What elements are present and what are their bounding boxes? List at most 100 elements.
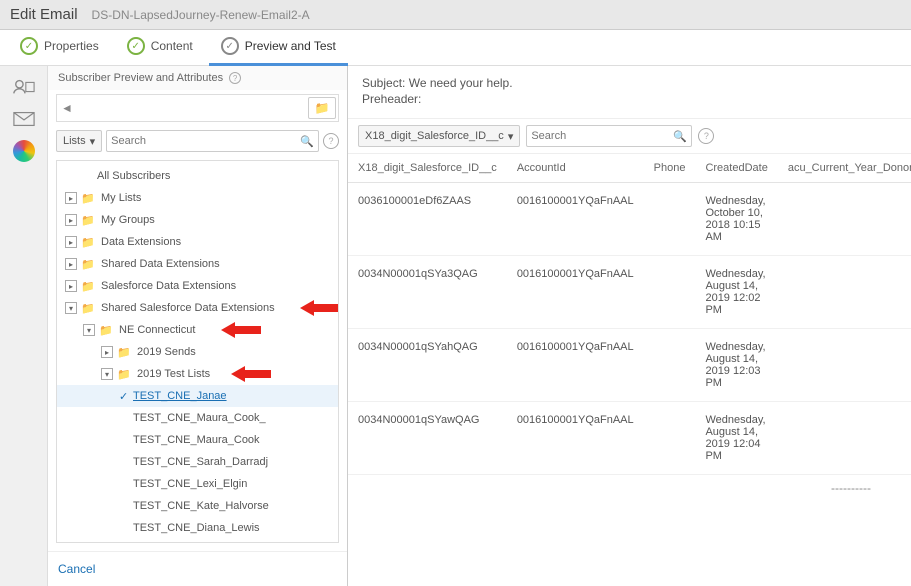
cell (644, 329, 696, 402)
page-title: Edit Email (10, 6, 78, 23)
folder-button[interactable]: 📁 (308, 97, 336, 119)
tab-preview-and-test[interactable]: ✓ Preview and Test (209, 30, 348, 66)
arrow-annotation (221, 320, 261, 340)
folder-icon: 📁 (81, 236, 97, 249)
tab-properties[interactable]: ✓ Properties (8, 30, 111, 66)
expand-icon[interactable]: ▸ (65, 280, 77, 292)
col-header[interactable]: X18_digit_Salesforce_ID__c (348, 154, 507, 183)
folder-icon: 📁 (81, 302, 97, 315)
search-input[interactable] (531, 130, 673, 142)
subscriber-panel: Subscriber Preview and Attributes ? ◄ 📁 … (48, 66, 348, 586)
subject-label: Subject: (362, 76, 405, 90)
table-search[interactable]: 🔍 (526, 125, 692, 147)
col-header[interactable]: acu_Current_Year_Donor_Amount__c (778, 154, 911, 183)
cell: 0034N00001qSYawQAG (348, 402, 507, 475)
table-row[interactable]: 0034N00001qSYahQAG0016100001YQaFnAALWedn… (348, 329, 911, 402)
cell: 0016100001YQaFnAAL (507, 329, 644, 402)
expand-icon[interactable]: ▸ (65, 258, 77, 270)
caret-down-icon: ▾ (508, 130, 514, 143)
table-row[interactable]: 0036100001eDf6ZAAS0016100001YQaFnAALWedn… (348, 183, 911, 256)
check-icon: ✓ (127, 37, 145, 55)
tree-scroll[interactable]: All Subscribers ▸📁My Lists ▸📁My Groups ▸… (56, 160, 339, 543)
folder-icon: 📁 (117, 368, 133, 381)
expand-icon[interactable]: ▸ (65, 214, 77, 226)
envelope-icon[interactable] (11, 108, 37, 130)
tree-test-cne-janae[interactable]: ✓TEST_CNE_Janae (57, 385, 338, 407)
cell: 0016100001YQaFnAAL (507, 402, 644, 475)
help-icon[interactable]: ? (229, 72, 241, 84)
left-rail (0, 66, 48, 586)
collapse-icon[interactable]: ▾ (65, 302, 77, 314)
col-header[interactable]: AccountId (507, 154, 644, 183)
check-icon: ✓ (119, 390, 133, 403)
col-header[interactable]: Phone (644, 154, 696, 183)
tree-ne-connecticut[interactable]: ▾📁NE Connecticut (57, 319, 338, 341)
help-icon[interactable]: ? (323, 133, 339, 149)
field-dropdown[interactable]: X18_digit_Salesforce_ID__c▾ (358, 125, 520, 147)
table-row[interactable]: 0034N00001qSYa3QAG0016100001YQaFnAAL Wedn… (348, 256, 911, 329)
tab-content[interactable]: ✓ Content (115, 30, 205, 66)
cell (778, 183, 911, 256)
folder-icon: 📁 (81, 214, 97, 227)
tree-test-cne-sarah[interactable]: TEST_CNE_Sarah_Darradj (57, 451, 338, 473)
tree-salesforce-data-extensions[interactable]: ▸📁Salesforce Data Extensions (57, 275, 338, 297)
tree-2019-test-lists[interactable]: ▾📁2019 Test Lists (57, 363, 338, 385)
expand-icon[interactable]: ▸ (65, 236, 77, 248)
folder-icon: 📁 (81, 192, 97, 205)
subscriber-icon[interactable] (11, 76, 37, 98)
collapse-icon[interactable]: ▾ (101, 368, 113, 380)
folder-tree: All Subscribers ▸📁My Lists ▸📁My Groups ▸… (57, 161, 338, 543)
breadcrumb-bar: ◄ 📁 (56, 94, 339, 122)
tab-label: Preview and Test (245, 39, 336, 53)
color-wheel-icon[interactable] (11, 140, 37, 162)
subject-value: We need your help. (409, 76, 513, 90)
tree-test-cne-maura-1[interactable]: TEST_CNE_Maura_Cook_ (57, 407, 338, 429)
folder-icon: 📁 (81, 258, 97, 271)
cell: 0016100001YQaFnAAL (507, 256, 644, 329)
cancel-link[interactable]: Cancel (48, 551, 347, 586)
entity-name: DS-DN-LapsedJourney-Renew-Email2-A (92, 8, 310, 22)
lists-dropdown[interactable]: Lists▾ (56, 130, 102, 152)
tree-all-subscribers[interactable]: All Subscribers (57, 165, 338, 187)
back-icon[interactable]: ◄ (57, 101, 77, 115)
collapse-icon[interactable]: ▾ (83, 324, 95, 336)
cell: Wednesday, August 14, 2019 12:02 PM (695, 256, 777, 329)
tree-search[interactable]: 🔍 (106, 130, 319, 152)
help-icon[interactable]: ? (698, 128, 714, 144)
tree-test-cne-diana[interactable]: TEST_CNE_Diana_Lewis (57, 517, 338, 539)
preview-pane: Subject: We need your help. Preheader: X… (348, 66, 911, 586)
arrow-annotation (300, 298, 339, 318)
tree-my-lists[interactable]: ▸📁My Lists (57, 187, 338, 209)
cell (778, 329, 911, 402)
search-input[interactable] (111, 135, 300, 147)
expand-icon[interactable]: ▸ (101, 346, 113, 358)
table-scroll[interactable]: X18_digit_Salesforce_ID__c AccountId Pho… (348, 154, 911, 586)
tree-data-extensions[interactable]: ▸📁Data Extensions (57, 231, 338, 253)
tree-test-cne-lexi[interactable]: TEST_CNE_Lexi_Elgin (57, 473, 338, 495)
folder-icon: 📁 (81, 280, 97, 293)
expand-icon[interactable]: ▸ (65, 192, 77, 204)
cell (644, 256, 696, 329)
table-row[interactable]: 0034N00001qSYawQAG0016100001YQaFnAALWedn… (348, 402, 911, 475)
check-icon: ✓ (20, 37, 38, 55)
panel-heading-text: Subscriber Preview and Attributes (58, 72, 223, 84)
tree-test-cne-maura-2[interactable]: TEST_CNE_Maura_Cook (57, 429, 338, 451)
tree-shared-data-extensions[interactable]: ▸📁Shared Data Extensions (57, 253, 338, 275)
tree-2019-sends[interactable]: ▸📁2019 Sends (57, 341, 338, 363)
cell: 0016100001YQaFnAAL (507, 183, 644, 256)
col-header[interactable]: CreatedDate (695, 154, 777, 183)
caret-down-icon: ▾ (90, 135, 96, 148)
subscriber-table: X18_digit_Salesforce_ID__c AccountId Pho… (348, 154, 911, 475)
cell: Wednesday, October 10, 2018 10:15 AM (695, 183, 777, 256)
search-icon: 🔍 (673, 130, 687, 143)
folder-icon: 📁 (99, 324, 115, 337)
cell (644, 183, 696, 256)
cell (644, 402, 696, 475)
folder-icon: 📁 (117, 346, 133, 359)
subject-panel: Subject: We need your help. Preheader: (348, 66, 911, 119)
cell: 0034N00001qSYa3QAG (348, 256, 507, 329)
dash-indicator: ---------- (348, 475, 911, 501)
tree-my-groups[interactable]: ▸📁My Groups (57, 209, 338, 231)
tree-shared-salesforce-data-extensions[interactable]: ▾📁Shared Salesforce Data Extensions (57, 297, 338, 319)
tree-test-cne-kate[interactable]: TEST_CNE_Kate_Halvorse (57, 495, 338, 517)
